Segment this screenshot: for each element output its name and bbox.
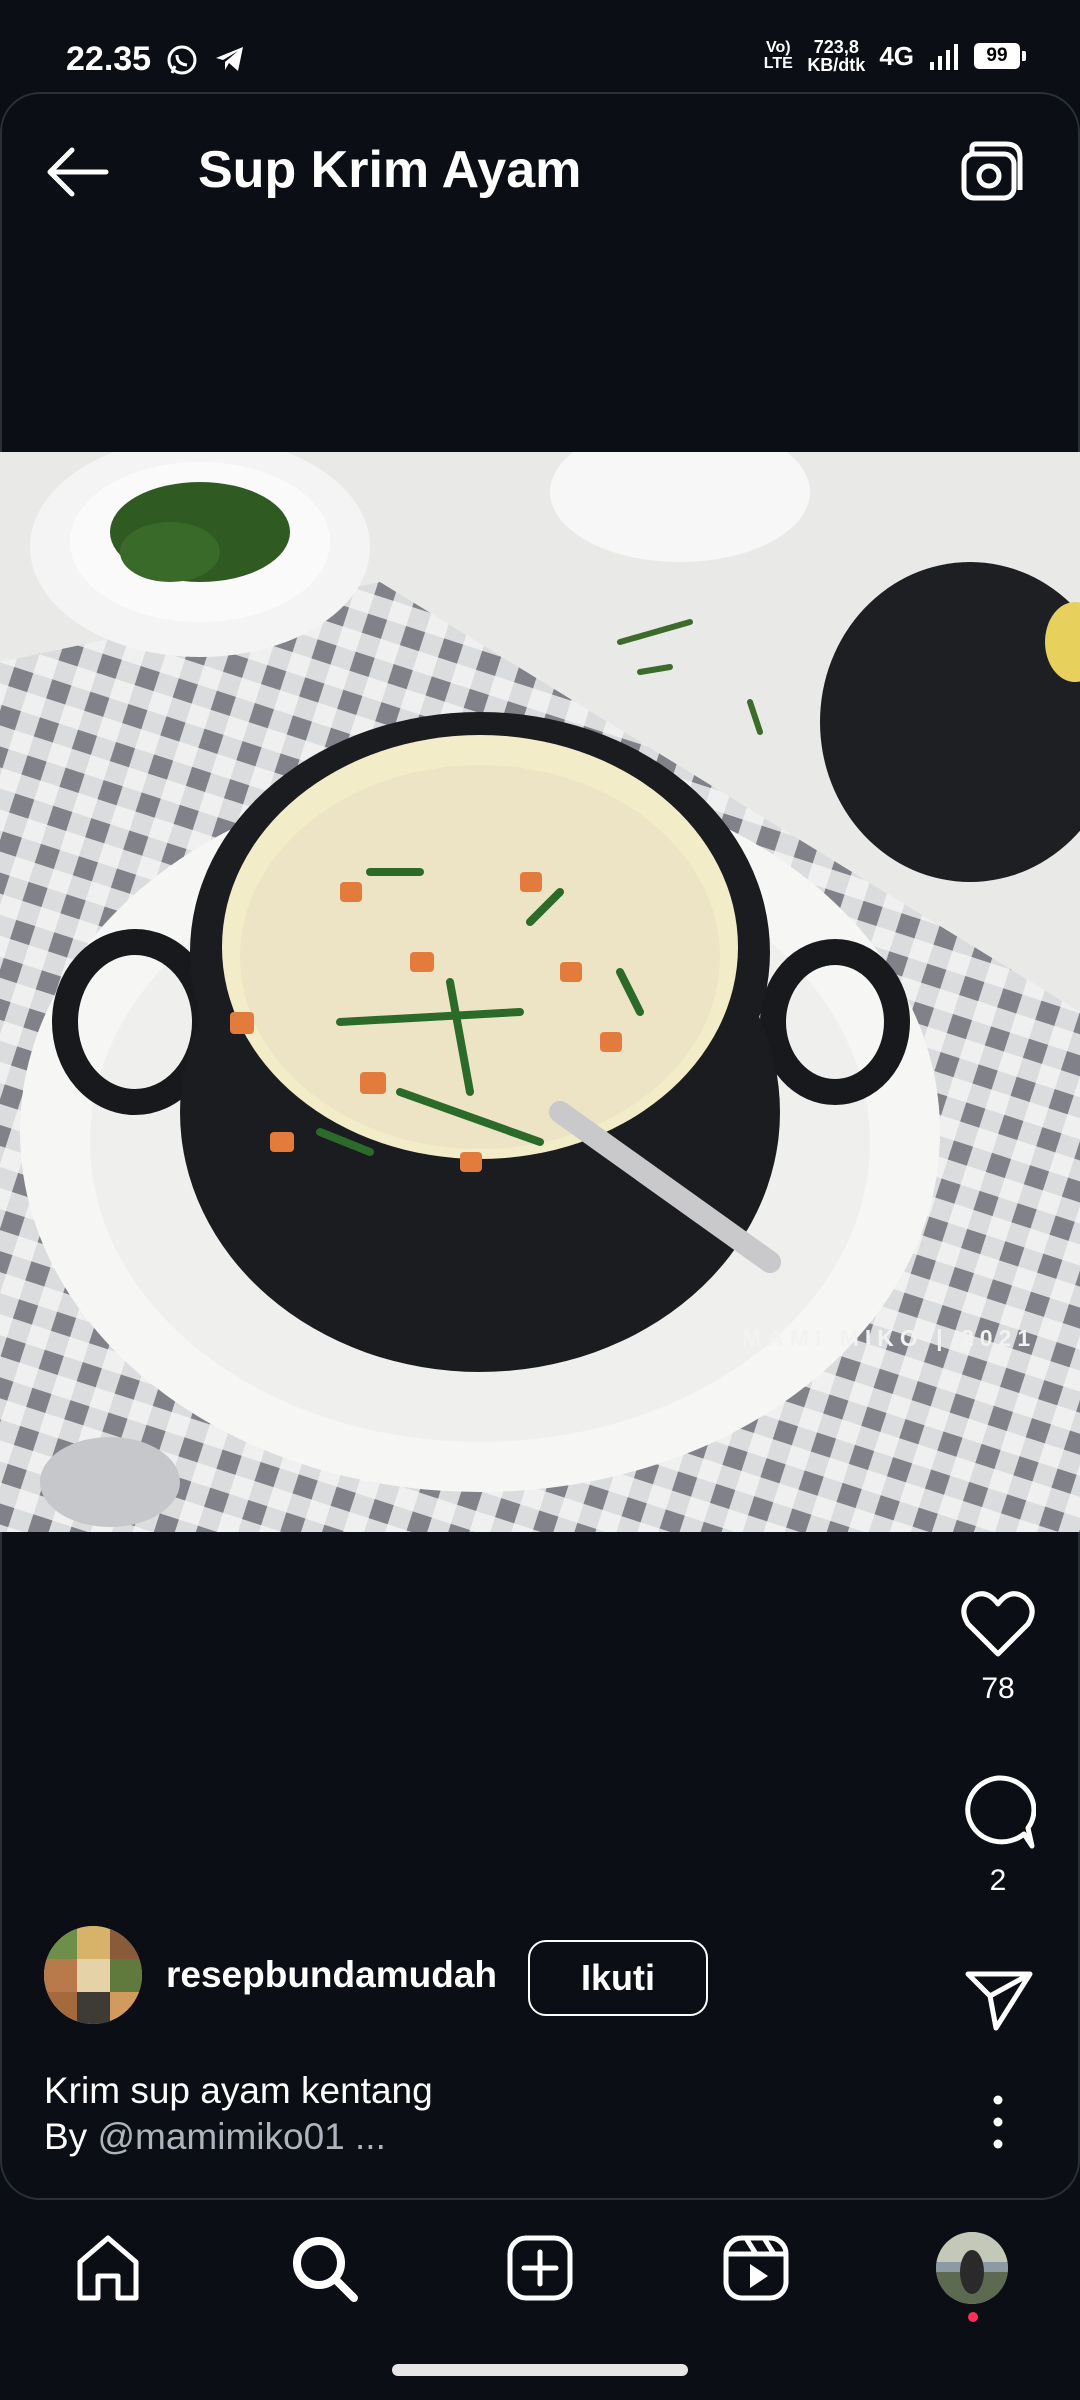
network-type: 4G (879, 40, 914, 71)
search-icon[interactable] (288, 2232, 360, 2304)
reels-icon[interactable] (720, 2232, 792, 2304)
photo-watermark: MAMI MIKO | 2021 (742, 1325, 1037, 1351)
telegram-icon (216, 47, 243, 71)
notification-dot (968, 2312, 978, 2322)
like-count: 78 (981, 1672, 1015, 1705)
volte-indicator: Vo) LTE (763, 39, 793, 72)
arrow-left-icon[interactable] (46, 146, 110, 198)
comment-icon[interactable] (960, 1774, 1036, 1850)
profile-photo (936, 2232, 1008, 2304)
comment-count: 2 (989, 1864, 1007, 1897)
whatsapp-icon (167, 45, 197, 75)
camera-icon[interactable] (958, 140, 1024, 206)
caption-line-2: By @mamimiko01 ... (44, 2116, 386, 2158)
follow-button[interactable]: Ikuti (528, 1940, 708, 2016)
caption-by: By (44, 2116, 98, 2157)
soup-photo (0, 452, 1080, 1532)
speed-value: 723,8 (813, 37, 859, 57)
author-avatar[interactable] (44, 1926, 142, 2024)
heart-icon[interactable] (960, 1590, 1036, 1658)
clock: 22.35 (66, 40, 152, 78)
home-indicator[interactable] (392, 2364, 688, 2376)
network-speed: 723,8 KB/dtk (807, 38, 865, 74)
author-username[interactable]: resepbundamudah (166, 1954, 497, 1996)
profile-avatar[interactable] (936, 2232, 1008, 2304)
status-right: Vo) LTE 723,8 KB/dtk 4G 99 (763, 38, 1026, 74)
home-icon[interactable] (72, 2232, 144, 2304)
more-icon[interactable] (980, 2092, 1016, 2152)
caption-handle[interactable]: @mamimiko01 ... (97, 2116, 385, 2157)
battery-icon: 99 (974, 43, 1026, 69)
create-icon[interactable] (504, 2232, 576, 2304)
comment-action[interactable]: 2 (958, 1774, 1038, 1898)
avatar-collage (44, 1926, 142, 2024)
caption-line-1: Krim sup ayam kentang (44, 2070, 433, 2111)
signal-icon (930, 44, 958, 70)
like-action[interactable]: 78 (958, 1590, 1038, 1706)
status-bar: 22.35 Vo) LTE 723,8 KB/dtk 4G 99 (0, 0, 1080, 92)
post-image[interactable] (0, 452, 1080, 1532)
share-icon[interactable] (964, 1968, 1034, 2032)
page-title: Sup Krim Ayam (198, 141, 582, 199)
speed-unit: KB/dtk (807, 55, 866, 75)
